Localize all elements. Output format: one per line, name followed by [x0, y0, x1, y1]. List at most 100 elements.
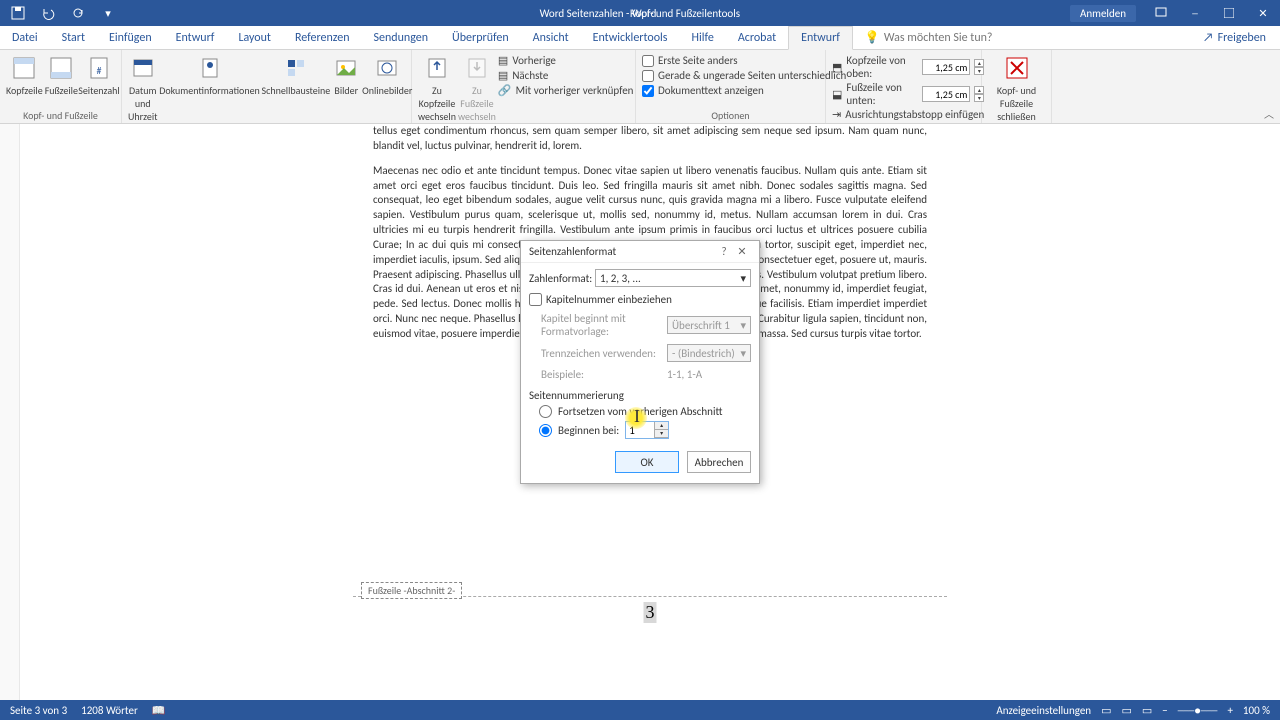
beispiele-label: Beispiele:: [541, 368, 661, 381]
seitenzahlenformat-dialog: Seitenzahlenformat ? ✕ Zahlenformat: 1, …: [520, 240, 760, 484]
tab-ansicht[interactable]: Ansicht: [521, 27, 581, 49]
verknuepfen-label: Mit vorheriger verknüpfen: [516, 84, 634, 97]
naechste-button[interactable]: ▤Nächste: [498, 69, 634, 82]
kopfzeile-oben-row: ⬒Kopfzeile von oben:▴▾: [832, 54, 984, 80]
tab-entwurf[interactable]: Entwurf: [164, 27, 227, 49]
doktext-label: Dokumenttext anzeigen: [658, 84, 764, 97]
save-icon[interactable]: [6, 2, 30, 24]
dialog-help-icon[interactable]: ?: [715, 245, 733, 258]
ribbon-options-icon[interactable]: [1144, 2, 1178, 24]
view-web-icon[interactable]: ▭: [1142, 704, 1152, 717]
ok-button[interactable]: OK: [615, 451, 679, 473]
spinner-down[interactable]: ▾: [654, 430, 668, 438]
tab-referenzen[interactable]: Referenzen: [283, 27, 362, 49]
tellme-search[interactable]: 💡Was möchten Sie tun?: [853, 26, 1005, 49]
schliessen-button[interactable]: Kopf- und Fußzeile schließen: [988, 52, 1045, 123]
qat-dropdown-icon[interactable]: ▾: [96, 2, 120, 24]
share-label: Freigeben: [1218, 31, 1266, 45]
kapitelnummer-check[interactable]: Kapitelnummer einbeziehen: [529, 293, 751, 306]
ribbon: Kopfzeile Fußzeile #Seitenzahl Kopf- und…: [0, 50, 1280, 124]
zahlenformat-value: 1, 2, 3, ...: [600, 272, 641, 285]
signin-button[interactable]: Anmelden: [1070, 5, 1136, 22]
paragraph: tellus eget condimentum rhoncus, sem qua…: [373, 124, 927, 154]
close-icon[interactable]: ✕: [1246, 2, 1280, 24]
tab-entwurf-context[interactable]: Entwurf: [788, 26, 853, 50]
zukopfzeile-label: Zu Kopfzeile wechseln: [418, 84, 456, 123]
erste-seite-check[interactable]: Erste Seite anders: [642, 54, 846, 67]
verknuepfen-button[interactable]: 🔗Mit vorheriger verknüpfen: [498, 84, 634, 97]
dokinfo-label: Dokumentinformationen: [159, 84, 260, 97]
kopfzeile-label: Kopfzeile: [6, 84, 43, 97]
zoom-slider[interactable]: ───●───: [1178, 704, 1218, 717]
tabstopp-button[interactable]: ⇥Ausrichtungstabstopp einfügen: [832, 108, 984, 121]
zufusszeile-button[interactable]: Zu Fußzeile wechseln: [458, 52, 496, 123]
word-count[interactable]: 1208 Wörter: [81, 704, 138, 717]
kopfzeile-button[interactable]: Kopfzeile: [6, 52, 43, 97]
share-button[interactable]: ↗Freigeben: [1191, 27, 1280, 49]
oben-input[interactable]: [922, 59, 970, 75]
page-indicator[interactable]: Seite 3 von 3: [10, 704, 67, 717]
tab-start[interactable]: Start: [50, 27, 97, 49]
group-kopffusszeile-label: Kopf- und Fußzeile: [6, 107, 115, 123]
tab-einfuegen[interactable]: Einfügen: [97, 27, 164, 49]
fusszeile-label: Fußzeile: [45, 84, 78, 97]
view-read-icon[interactable]: ▭: [1101, 704, 1111, 717]
spellcheck-icon[interactable]: 📖: [152, 704, 166, 717]
tab-hilfe[interactable]: Hilfe: [679, 27, 725, 49]
maximize-icon[interactable]: [1212, 2, 1246, 24]
bilder-button[interactable]: Bilder: [332, 52, 360, 97]
oben-icon: ⬒: [832, 61, 842, 74]
chevron-down-icon: ▾: [740, 272, 746, 285]
seitenzahl-button[interactable]: #Seitenzahl: [80, 52, 118, 97]
naechste-icon: ▤: [498, 69, 508, 82]
chevron-down-icon: ▾: [740, 347, 746, 360]
tab-layout[interactable]: Layout: [226, 27, 283, 49]
beginnen-bei-input[interactable]: [626, 422, 654, 438]
tabstopp-label: Ausrichtungstabstopp einfügen: [845, 108, 984, 121]
tab-ueberpruefen[interactable]: Überprüfen: [440, 27, 521, 49]
undo-icon[interactable]: [36, 2, 60, 24]
vertical-ruler[interactable]: [0, 124, 20, 700]
chevron-down-icon: ▾: [740, 319, 746, 332]
radio-beginnen[interactable]: Beginnen bei: ▴▾: [539, 421, 751, 439]
beginnen-bei-spinner[interactable]: ▴▾: [625, 421, 669, 439]
doktext-check[interactable]: Dokumenttext anzeigen: [642, 84, 846, 97]
minimize-icon[interactable]: ─: [1178, 2, 1212, 24]
vorherige-label: Vorherige: [512, 54, 556, 67]
kapitelnummer-label: Kapitelnummer einbeziehen: [546, 293, 672, 306]
zoom-in-icon[interactable]: +: [1227, 704, 1232, 717]
datum-button[interactable]: Datum und Uhrzeit: [128, 52, 158, 123]
radio-fortsetzen[interactable]: Fortsetzen vom vorherigen Abschnitt: [539, 405, 751, 418]
fusszeile-button[interactable]: Fußzeile: [45, 52, 78, 97]
seitenzahl-label: Seitenzahl: [78, 84, 119, 97]
group-optionen-label: Optionen: [642, 107, 819, 123]
view-print-icon[interactable]: ▭: [1121, 704, 1131, 717]
fusszeile-unten-row: ⬓Fußzeile von unten:▴▾: [832, 81, 984, 107]
vorherige-button[interactable]: ▤ Vorherige: [498, 54, 634, 67]
dialog-title: Seitenzahlenformat: [529, 245, 715, 258]
vorherige-icon: ▤: [498, 54, 508, 67]
unten-input[interactable]: [922, 86, 970, 102]
datum-label: Datum und Uhrzeit: [128, 84, 158, 123]
collapse-ribbon-icon[interactable]: ︿: [1264, 106, 1274, 121]
zoom-out-icon[interactable]: −: [1162, 704, 1167, 717]
window-title: Word Seitenzahlen - Word: [126, 7, 1070, 20]
abbrechen-button[interactable]: Abbrechen: [687, 451, 751, 473]
redo-icon[interactable]: [66, 2, 90, 24]
zoom-value[interactable]: 100 %: [1243, 704, 1270, 717]
zukopfzeile-button[interactable]: Zu Kopfzeile wechseln: [418, 52, 456, 123]
display-settings[interactable]: Anzeigeeinstellungen: [996, 704, 1091, 717]
gerade-ungerade-check[interactable]: Gerade & ungerade Seiten unterschiedlich: [642, 69, 846, 82]
page-number-field[interactable]: 3: [644, 602, 657, 623]
dokinfo-button[interactable]: Dokumentinformationen: [160, 52, 260, 97]
tab-entwicklertools[interactable]: Entwicklertools: [581, 27, 680, 49]
unten-icon: ⬓: [832, 88, 842, 101]
tab-acrobat[interactable]: Acrobat: [726, 27, 788, 49]
tab-datei[interactable]: Datei: [0, 27, 50, 49]
dialog-close-icon[interactable]: ✕: [733, 245, 751, 258]
tab-sendungen[interactable]: Sendungen: [362, 27, 441, 49]
schnellbausteine-button[interactable]: Schnellbausteine: [262, 52, 331, 97]
erste-seite-label: Erste Seite anders: [658, 54, 738, 67]
onlinebilder-button[interactable]: Onlinebilder: [362, 52, 412, 97]
zahlenformat-select[interactable]: 1, 2, 3, ... ▾: [595, 269, 751, 287]
